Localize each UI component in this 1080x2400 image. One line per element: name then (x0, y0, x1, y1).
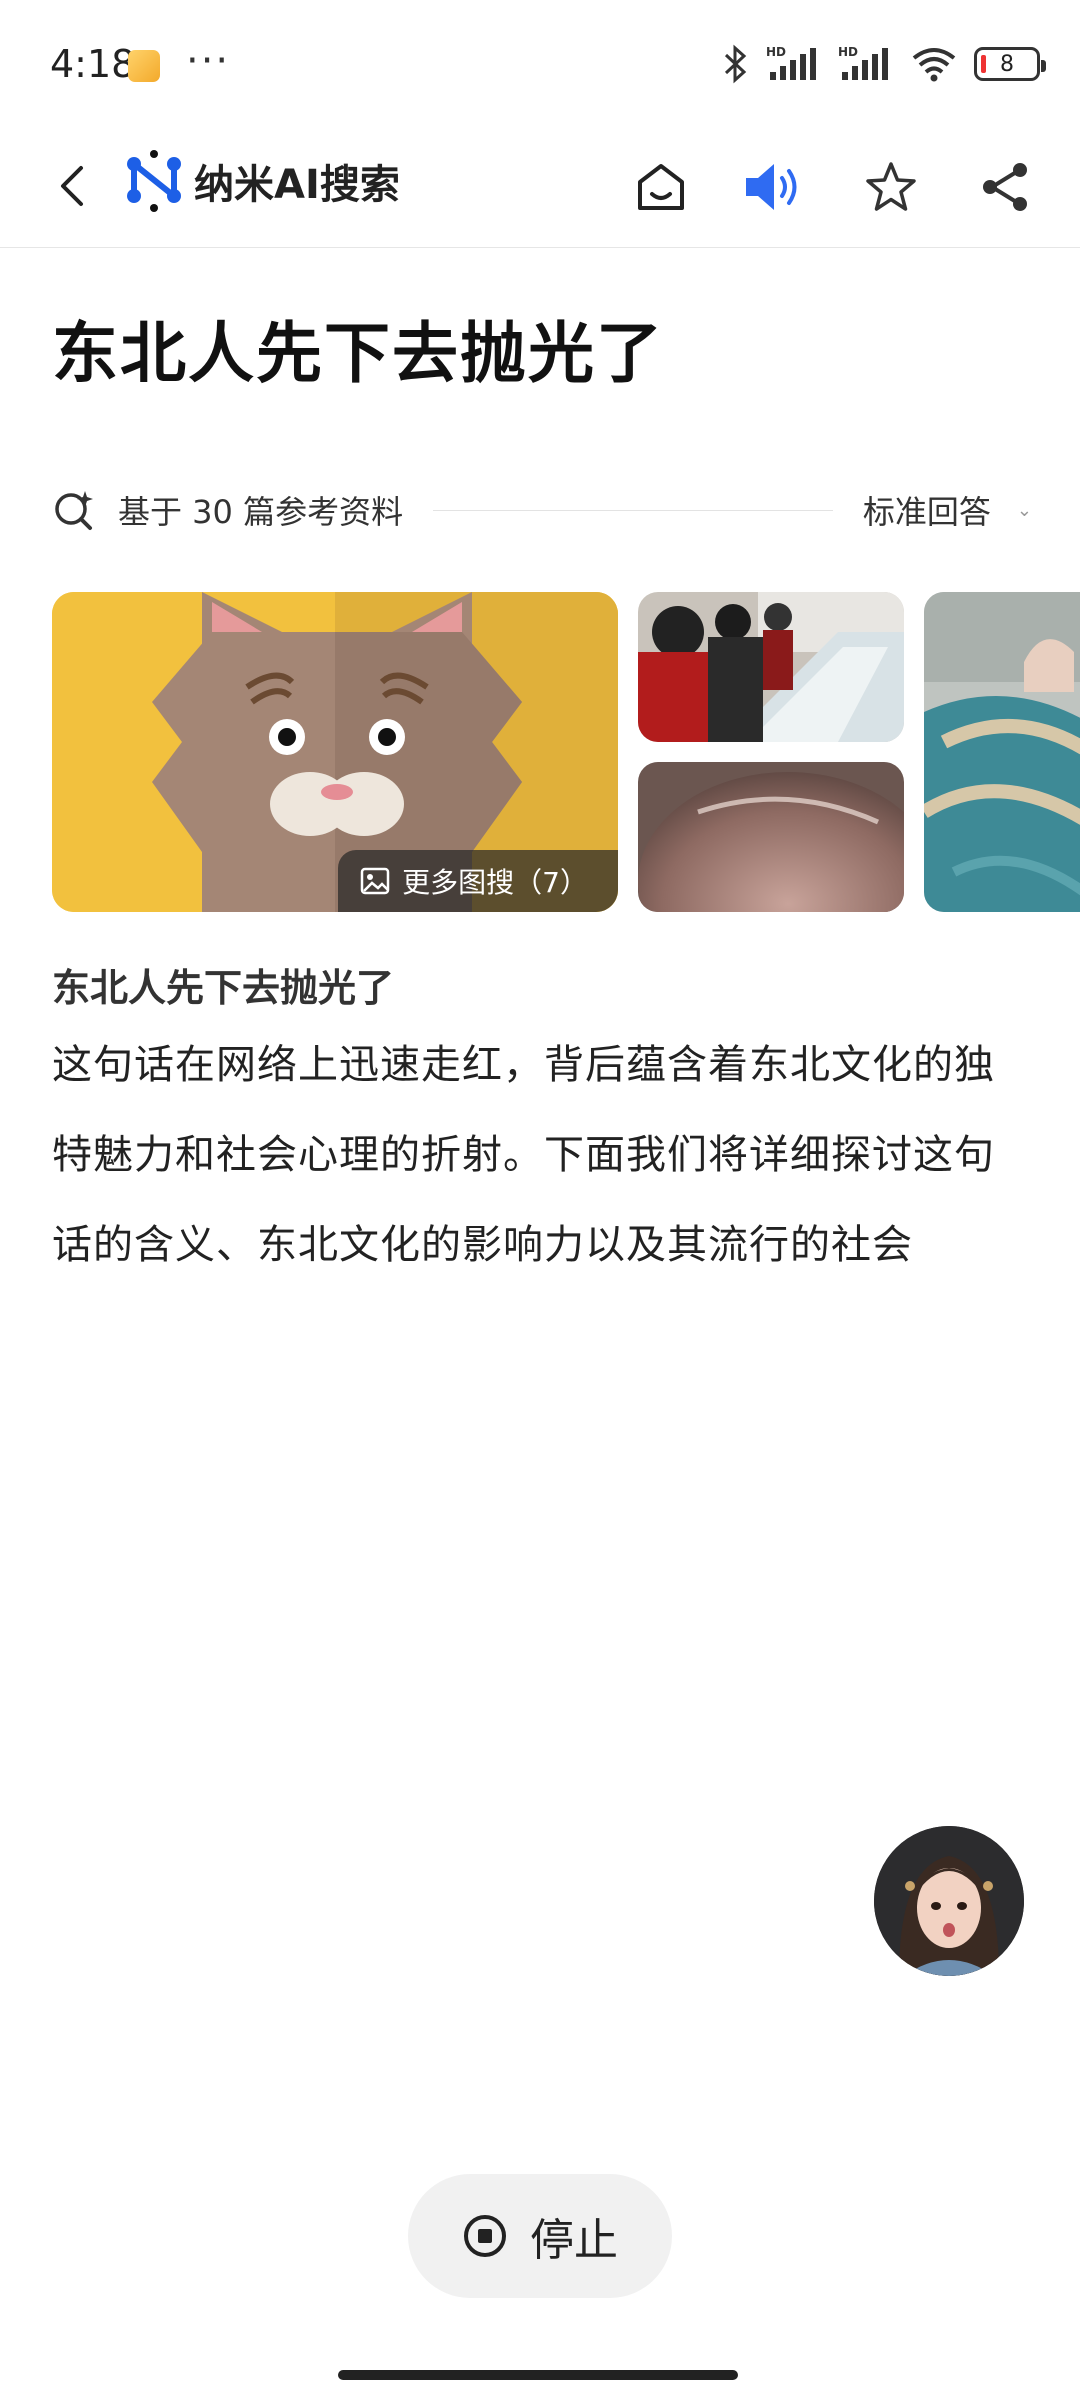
stop-button[interactable]: 停止 (408, 2174, 672, 2298)
image-result-closeup[interactable] (638, 762, 904, 912)
home-icon (638, 164, 684, 210)
chevron-left-icon (61, 166, 83, 206)
indoor-pool-image (924, 592, 1080, 912)
bluetooth-icon (724, 44, 747, 84)
more-notifications-icon: ··· (186, 38, 231, 84)
home-indicator[interactable] (338, 2370, 738, 2380)
image-result-exhibition[interactable] (638, 592, 904, 742)
share-icon (983, 163, 1027, 211)
exhibition-photo-image (638, 592, 904, 742)
divider (433, 509, 833, 511)
signal-icon: HD (766, 45, 816, 80)
image-result-pool[interactable] (924, 592, 1080, 912)
home-button[interactable] (626, 152, 696, 222)
stop-label: 停止 (530, 2215, 618, 2266)
more-image-search-button[interactable]: 更多图搜（7） (338, 850, 618, 912)
polished-surface-image (638, 762, 904, 912)
answer-body: 这句话在网络上迅速走红，背后蕴含着东北文化的独特魅力和社会心理的折射。下面我们将… (52, 1042, 995, 1268)
back-button[interactable] (44, 156, 100, 216)
star-icon (866, 162, 916, 211)
status-bar: 4:18 ··· HD HD 8 (0, 0, 1080, 130)
wifi-icon (912, 48, 956, 82)
signal-icon-2: HD (838, 45, 888, 80)
ai-avatar[interactable] (874, 1826, 1024, 1976)
chevron-down-icon[interactable]: ⌄ (1017, 500, 1032, 521)
more-image-search-label: 更多图搜（7） (402, 866, 588, 899)
brand: 纳米AI搜索 (126, 150, 400, 212)
signal-hd-label-2: HD (838, 45, 858, 59)
stop-icon (464, 2215, 506, 2257)
notes-app-icon (128, 50, 160, 82)
app-header: 纳米AI搜索 (0, 130, 1080, 248)
nano-ai-logo-icon (127, 150, 181, 212)
battery-icon: 8 (974, 47, 1046, 81)
search-sparkle-icon (55, 491, 93, 530)
image-icon (360, 867, 390, 895)
speaker-icon (746, 164, 797, 210)
avatar-portrait-image (874, 1826, 1024, 1976)
favorite-button[interactable] (856, 152, 926, 222)
status-indicators: HD HD 8 (720, 44, 1046, 84)
status-time: 4:18 (50, 42, 136, 86)
signal-hd-label: HD (766, 45, 786, 59)
references-row: 基于 30 篇参考资料 标准回答 ⌄ (52, 480, 1032, 540)
answer-mode-selector[interactable]: 标准回答 (863, 487, 991, 533)
battery-level: 8 (1000, 51, 1014, 77)
answer-section: 东北人先下去抛光了 这句话在网络上迅速走红，背后蕴含着东北文化的独特魅力和社会心… (52, 960, 1032, 1290)
answer-heading: 东北人先下去抛光了 (52, 966, 395, 1010)
share-button[interactable] (970, 152, 1040, 222)
image-results: 更多图搜（7） (52, 592, 1080, 912)
image-result-cat[interactable]: 更多图搜（7） (52, 592, 618, 912)
question-title: 东北人先下去抛光了 (52, 315, 664, 392)
references-summary[interactable]: 基于 30 篇参考资料 (118, 487, 403, 533)
app-title: 纳米AI搜索 (194, 162, 400, 208)
read-aloud-button[interactable] (738, 152, 808, 222)
